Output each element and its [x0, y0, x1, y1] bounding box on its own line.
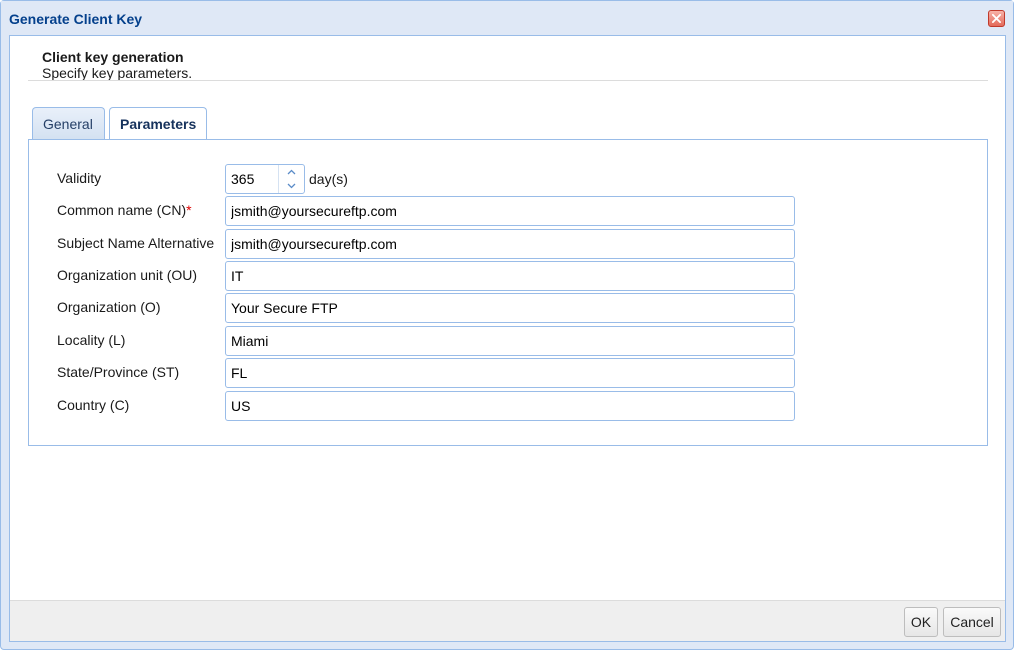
spin-up-button[interactable]: [279, 165, 304, 179]
required-mark: *: [186, 202, 192, 218]
tab-parameters[interactable]: Parameters: [109, 107, 207, 141]
subject-alt-label: Subject Name Alternative: [57, 235, 215, 251]
org-unit-field[interactable]: [225, 261, 795, 291]
generate-client-key-dialog: Generate Client Key Client key generatio…: [0, 0, 1014, 650]
locality-label: Locality (L): [57, 332, 126, 348]
common-name-field[interactable]: [225, 196, 795, 226]
validity-unit: day(s): [309, 171, 348, 187]
dialog-footer: OK Cancel: [10, 600, 1005, 641]
dialog-body: Client key generation Specify key parame…: [9, 35, 1006, 642]
organization-label: Organization (O): [57, 299, 161, 315]
common-name-label: Common name (CN)*: [57, 202, 192, 218]
chevron-down-icon: [287, 183, 296, 189]
section-subtitle: Specify key parameters.: [42, 65, 193, 81]
close-icon: [992, 14, 1001, 23]
state-label: State/Province (ST): [57, 364, 180, 380]
tab-general[interactable]: General: [32, 107, 105, 140]
dialog-titlebar[interactable]: Generate Client Key: [1, 1, 1013, 35]
section-title: Client key generation: [42, 49, 184, 65]
header-divider: [28, 80, 988, 81]
country-field[interactable]: [225, 391, 795, 421]
cancel-button[interactable]: Cancel: [943, 607, 1001, 637]
chevron-up-icon: [287, 169, 296, 175]
validity-input[interactable]: [226, 165, 278, 193]
locality-field[interactable]: [225, 326, 795, 356]
parameters-panel: Validity day(s) Common name (CN)* Subjec…: [28, 139, 988, 446]
dialog-title: Generate Client Key: [9, 11, 143, 27]
ok-button[interactable]: OK: [904, 607, 938, 637]
country-label: Country (C): [57, 397, 130, 413]
close-button[interactable]: [988, 10, 1005, 27]
common-name-label-text: Common name (CN): [57, 202, 187, 218]
validity-label: Validity: [57, 170, 102, 186]
subject-alt-field[interactable]: [225, 229, 795, 259]
org-unit-label: Organization unit (OU): [57, 267, 198, 283]
state-field[interactable]: [225, 358, 795, 388]
spinner-buttons: [278, 165, 304, 193]
organization-field[interactable]: [225, 293, 795, 323]
spin-down-button[interactable]: [279, 179, 304, 193]
validity-spinner[interactable]: [225, 164, 305, 194]
